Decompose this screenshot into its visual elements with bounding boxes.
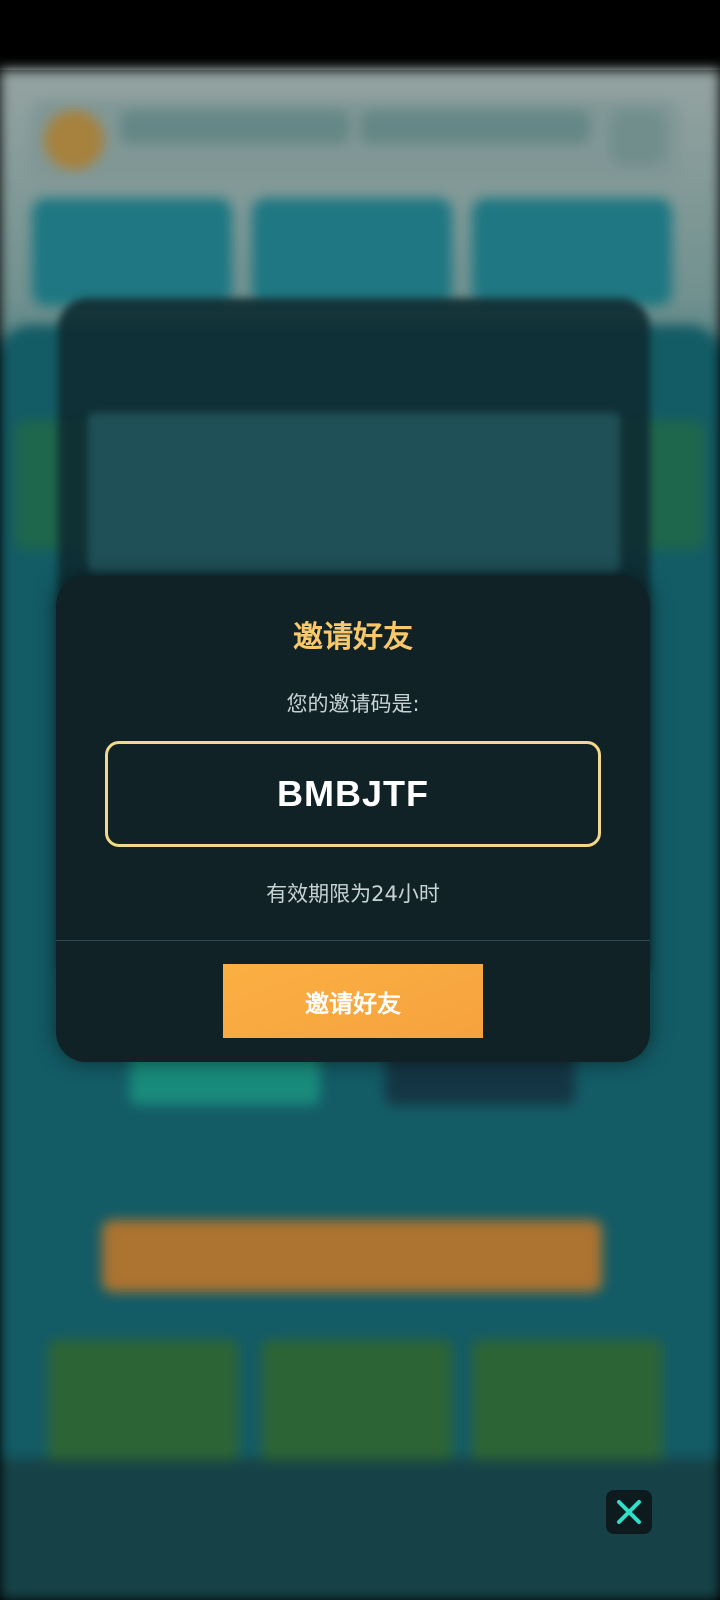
invite-friend-modal: 邀请好友 您的邀请码是: BMBJTF 有效期限为24小时 邀请好友 (56, 576, 650, 1062)
invite-code[interactable]: BMBJTF (277, 773, 429, 815)
invite-code-box[interactable]: BMBJTF (105, 741, 601, 847)
close-icon (617, 1500, 641, 1524)
invite-friend-button[interactable]: 邀请好友 (223, 964, 483, 1038)
close-button[interactable] (606, 1490, 652, 1534)
invite-code-label: 您的邀请码是: (286, 692, 420, 716)
invite-friend-button-label: 邀请好友 (305, 989, 401, 1018)
modal-title: 邀请好友 (293, 620, 413, 655)
divider (56, 940, 650, 941)
expiry-note: 有效期限为24小时 (266, 882, 440, 906)
background-dialog-body (88, 413, 620, 573)
status-bar (0, 0, 720, 70)
